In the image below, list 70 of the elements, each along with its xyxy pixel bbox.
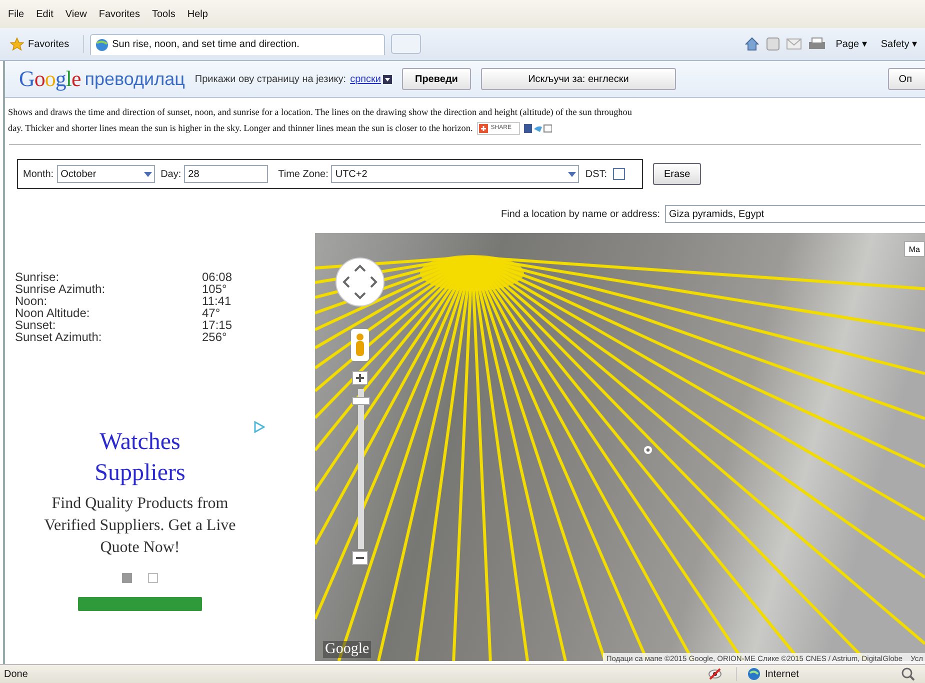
result-label: Sunrise: (15, 271, 60, 283)
pan-control-icon[interactable] (335, 257, 385, 307)
zoom-magnifier-icon[interactable] (901, 667, 915, 681)
feed-icon[interactable] (766, 37, 780, 51)
result-value: 47° (202, 307, 222, 319)
erase-button[interactable]: Erase (653, 163, 702, 185)
caret-icon (383, 74, 392, 84)
toolbar-menu[interactable]: Page ▾ (832, 38, 871, 50)
result-value: 256° (202, 331, 228, 343)
ad-title-link[interactable]: Watches Suppliers (65, 427, 215, 489)
browser-tab[interactable]: Sun rise, noon, and set time and direction. (90, 34, 386, 54)
result-label: Noon Altitude: (15, 307, 91, 319)
home-icon[interactable] (744, 36, 760, 52)
toolbar-menu[interactable]: Safety ▾ (876, 38, 921, 50)
month-label: Month: (23, 168, 54, 180)
ad-choices-icon[interactable] (253, 421, 265, 433)
result-value: 06:08 (202, 271, 234, 283)
status-text: Done (4, 668, 28, 680)
month-dropdown[interactable]: October (56, 165, 155, 183)
day-label: Day: (160, 168, 182, 180)
menu-item[interactable]: View (65, 8, 87, 20)
zoom-out-button[interactable] (352, 551, 368, 565)
translate-title: преводилац (84, 68, 185, 90)
result-label: Sunrise Azimuth: (15, 283, 106, 295)
menu-item[interactable]: Help (187, 8, 208, 20)
result-value: 105° (202, 283, 228, 295)
google-logo: Google (19, 66, 81, 92)
plus-icon (478, 124, 488, 132)
turn-off-button[interactable]: Искључи за: енглески (480, 68, 676, 90)
description-text: day. Thicker and shorter lines mean the sun is higher in the sky. Longer and thinner lines mean the sun is closer to the horizon. (8, 122, 473, 135)
result-label: Sunset Azimuth: (15, 331, 103, 343)
dropdown-arrow-icon (142, 169, 153, 179)
dst-label: DST: (585, 168, 608, 180)
language-dropdown[interactable]: српски (350, 74, 392, 84)
pegman-icon[interactable] (351, 329, 369, 361)
result-value: 11:41 (202, 295, 232, 307)
star-icon (10, 37, 24, 51)
dropdown-arrow-icon (567, 169, 578, 179)
map-type-button[interactable]: Ma (904, 241, 925, 257)
location-marker-icon (643, 445, 653, 455)
mail-icon[interactable] (786, 37, 802, 51)
security-zone: Internet (736, 667, 887, 681)
timezone-label: Time Zone: (278, 168, 328, 180)
menu-item[interactable]: Favorites (98, 8, 140, 20)
favorites-button[interactable]: Favorites (4, 35, 84, 53)
menu-item[interactable]: Edit (36, 8, 54, 20)
result-label: Sunset: (15, 319, 57, 331)
google-map-logo: Google (323, 641, 372, 658)
social-icons[interactable] (524, 124, 552, 132)
menu-item[interactable]: Tools (152, 8, 176, 20)
zoom-in-button[interactable] (352, 371, 368, 385)
result-label: Noon: (15, 295, 48, 307)
location-field[interactable]: Giza pyramids, Egypt (665, 205, 925, 223)
printer-icon[interactable] (808, 37, 826, 51)
globe-icon (95, 38, 110, 52)
translate-button[interactable]: Преведи (402, 68, 471, 90)
day-field[interactable]: 28 (184, 165, 268, 183)
dst-checkbox[interactable] (613, 168, 626, 180)
ad-text: Find Quality Products from Verified Suppliers. Get a Live Quote Now! (43, 494, 237, 558)
minus-icon (356, 554, 364, 562)
blocked-eye-icon (708, 667, 722, 681)
location-label: Find a location by name or address: (501, 208, 660, 220)
globe-icon (747, 667, 761, 681)
description-text: Shows and draws the time and direction of sunset, noon, and sunrise for a location. The lines on the drawing show the direction and height (altitude) of the sun throughou (8, 106, 632, 119)
language-prompt: Прикажи ову страницу на језику: (194, 74, 346, 84)
plus-icon (356, 374, 364, 382)
menu-item[interactable]: File (8, 8, 24, 20)
timezone-dropdown[interactable]: UTC+2 (331, 165, 580, 183)
result-value: 17:15 (202, 319, 234, 331)
options-button[interactable]: Оп (888, 68, 925, 90)
